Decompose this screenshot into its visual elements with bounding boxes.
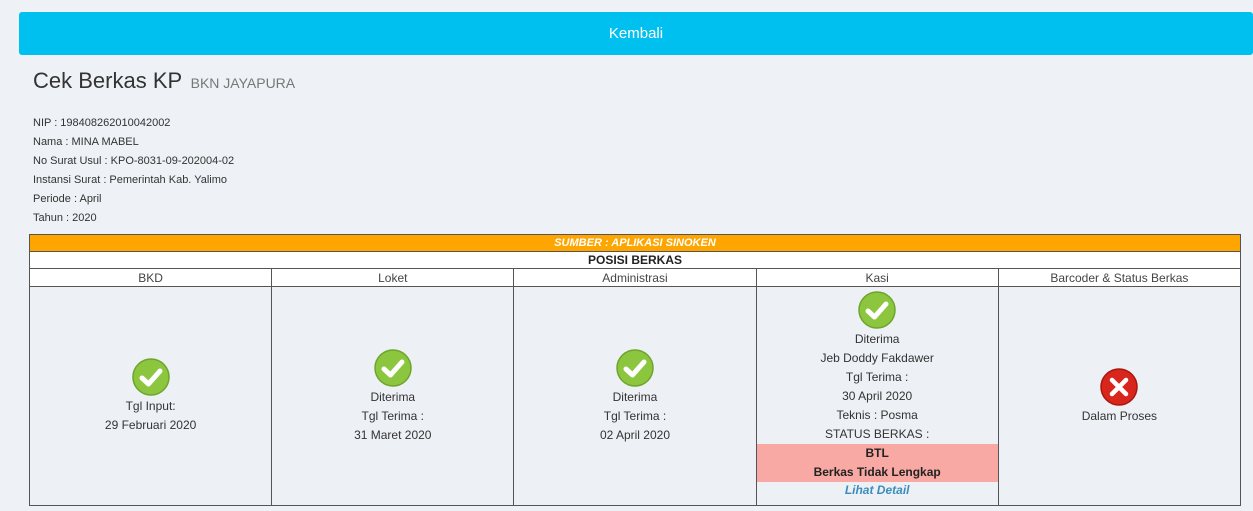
administrasi-date: 02 April 2020	[599, 427, 670, 442]
position-title: POSISI BERKAS	[29, 251, 1241, 269]
btl-code: BTL	[865, 446, 889, 460]
check-circle-icon	[616, 348, 654, 387]
source-banner: SUMBER : APLIKASI SINOKEN	[29, 234, 1241, 252]
bkd-input-label: Tgl Input:	[125, 399, 176, 413]
btl-description: Berkas Tidak Lengkap	[813, 465, 941, 479]
info-tahun: Tahun : 2020	[33, 212, 97, 224]
btl-status-box: BTL Berkas Tidak Lengkap	[756, 444, 998, 482]
loket-date-label: Tgl Terima :	[361, 408, 425, 423]
loket-status: Diterima	[370, 389, 416, 404]
kasi-date-label: Tgl Terima :	[845, 370, 909, 384]
page-subtitle: BKN JAYAPURA	[190, 75, 296, 91]
kasi-name: Jeb Doddy Fakdawer	[820, 351, 934, 365]
col-header-barcoder: Barcoder & Status Berkas	[997, 268, 1242, 287]
col-header-kasi: Kasi	[755, 268, 999, 287]
info-instansi: Instansi Surat : Pemerintah Kab. Yalimo	[33, 174, 228, 186]
cell-bkd: Tgl Input: 29 Februari 2020	[28, 286, 273, 506]
loket-date: 31 Maret 2020	[354, 427, 432, 442]
kasi-status: Diterima	[854, 332, 900, 346]
col-header-loket: Loket	[271, 268, 515, 287]
col-header-administrasi: Administrasi	[513, 268, 757, 287]
cell-barcoder: Dalam Proses	[997, 286, 1242, 506]
cell-kasi: Diterima Jeb Doddy Fakdawer Tgl Terima :…	[755, 286, 999, 506]
file-info: NIP : 198408262010042002 Nama : MINA MAB…	[33, 114, 234, 228]
page-title-row: Cek Berkas KP BKN JAYAPURA	[33, 68, 295, 94]
kasi-date: 30 April 2020	[842, 389, 913, 403]
info-nama: Nama : MINA MABEL	[33, 136, 139, 148]
administrasi-date-label: Tgl Terima :	[603, 408, 667, 423]
administrasi-status: Diterima	[612, 389, 658, 404]
info-periode: Periode : April	[33, 193, 102, 205]
kasi-status-label: STATUS BERKAS :	[825, 427, 930, 441]
check-circle-icon	[374, 348, 412, 387]
cell-loket: Diterima Tgl Terima : 31 Maret 2020	[271, 286, 515, 506]
barcoder-status: Dalam Proses	[1081, 408, 1158, 423]
cell-administrasi: Diterima Tgl Terima : 02 April 2020	[513, 286, 757, 506]
info-nip: NIP : 198408262010042002	[33, 117, 171, 129]
error-circle-icon	[1100, 367, 1139, 406]
position-table: SUMBER : APLIKASI SINOKEN POSISI BERKAS …	[28, 234, 1242, 506]
info-no-surat: No Surat Usul : KPO-8031-09-202004-02	[33, 155, 235, 167]
check-circle-icon	[131, 358, 170, 396]
back-button[interactable]: Kembali	[19, 12, 1253, 55]
bkd-input-date: 29 Februari 2020	[104, 418, 197, 432]
col-header-bkd: BKD	[28, 268, 273, 287]
kasi-teknis: Teknis : Posma	[836, 408, 918, 422]
page-title: Cek Berkas KP	[33, 68, 183, 93]
lihat-detail-link[interactable]: Lihat Detail	[757, 482, 998, 498]
check-circle-icon	[858, 291, 896, 329]
